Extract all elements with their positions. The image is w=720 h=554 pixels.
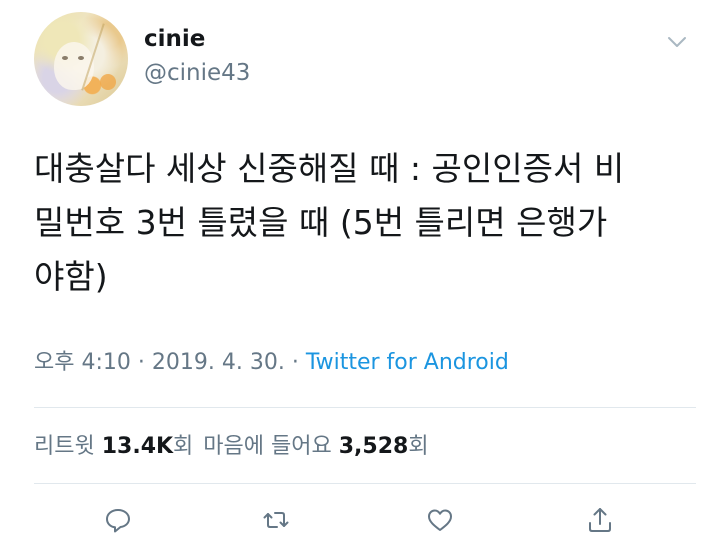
tweet-stats: 리트윗 13.4K회 마음에 들어요 3,528회: [34, 428, 429, 460]
avatar[interactable]: [34, 12, 128, 106]
chevron-down-icon[interactable]: [666, 34, 688, 50]
tweet-source-link[interactable]: Twitter for Android: [306, 350, 509, 375]
like-button[interactable]: [420, 500, 460, 540]
retweets-label: 리트윗: [34, 434, 102, 459]
share-icon: [589, 508, 611, 532]
reply-button[interactable]: [98, 500, 138, 540]
divider: [34, 483, 696, 484]
heart-icon: [428, 509, 452, 531]
tweet-text-line: 야함): [34, 257, 108, 296]
retweets-stat[interactable]: 리트윗 13.4K회: [34, 434, 193, 459]
tweet-header: cinie @cinie43: [0, 0, 720, 120]
retweets-count: 13.4K: [101, 434, 174, 459]
retweets-unit: 회: [173, 434, 194, 459]
reply-icon: [106, 509, 130, 533]
tweet-text-line: 밀번호 3번 틀렸을 때 (5번 틀리면 은행가: [34, 203, 608, 242]
meta-separator: ·: [284, 350, 306, 375]
meta-separator: ·: [130, 350, 152, 375]
likes-label: 마음에 들어요: [203, 434, 339, 459]
share-button[interactable]: [580, 500, 620, 540]
tweet-date: 2019. 4. 30.: [151, 350, 285, 375]
display-name[interactable]: cinie: [144, 26, 205, 52]
likes-count: 3,528: [338, 434, 409, 459]
likes-unit: 회: [408, 434, 429, 459]
action-bar: [0, 500, 720, 542]
retweet-icon: [263, 512, 289, 528]
tweet-text: 대충살다 세상 신중해질 때 : 공인인증서 비 밀번호 3번 틀렸을 때 (5…: [34, 142, 694, 304]
retweet-button[interactable]: [256, 500, 296, 540]
tweet-text-line: 대충살다 세상 신중해질 때 : 공인인증서 비: [34, 149, 625, 188]
user-handle[interactable]: @cinie43: [144, 60, 250, 86]
divider: [34, 407, 696, 408]
likes-stat[interactable]: 마음에 들어요 3,528회: [203, 434, 428, 459]
tweet-meta: 오후 4:10 · 2019. 4. 30. · Twitter for And…: [34, 344, 509, 376]
tweet-time: 오후 4:10: [34, 350, 131, 375]
